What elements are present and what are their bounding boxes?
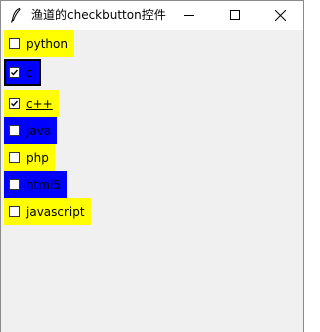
checkbutton-html5[interactable]: html5 <box>4 171 67 198</box>
maximize-button[interactable] <box>212 1 258 30</box>
checkbox-unchecked-icon[interactable] <box>9 152 20 163</box>
checkbutton-label: html5 <box>26 177 61 192</box>
checkbox-unchecked-icon[interactable] <box>9 206 20 217</box>
checkbutton-javascript[interactable]: javascript <box>4 198 91 225</box>
close-button[interactable] <box>257 1 303 30</box>
checkbutton-java[interactable]: java <box>4 117 58 144</box>
feather-icon <box>7 6 25 24</box>
checkbox-unchecked-icon[interactable] <box>9 179 20 190</box>
checkbutton-label: python <box>26 36 68 51</box>
maximize-icon <box>230 10 240 20</box>
close-icon <box>275 10 286 21</box>
checkbox-checked-icon[interactable] <box>9 98 20 109</box>
checkbox-checked-icon[interactable] <box>9 67 20 78</box>
client-area: python c c++ java php html5 javascript <box>1 30 303 332</box>
checkbutton-label: c <box>26 65 33 80</box>
checkbox-unchecked-icon[interactable] <box>9 38 20 49</box>
checkbutton-label: javascript <box>26 204 85 219</box>
checkbutton-c[interactable]: c <box>4 59 41 86</box>
checkbox-unchecked-icon[interactable] <box>9 125 20 136</box>
checkbutton-python[interactable]: python <box>4 30 74 57</box>
title-bar[interactable]: 渔道的checkbutton控件 <box>1 1 303 30</box>
app-window: 渔道的checkbutton控件 python c c++ java php h… <box>0 0 304 332</box>
checkbutton-label: php <box>26 150 49 165</box>
checkbutton-cpp[interactable]: c++ <box>4 90 59 117</box>
checkbutton-label: c++ <box>26 96 53 111</box>
checkbutton-php[interactable]: php <box>4 144 55 171</box>
checkbutton-label: java <box>26 123 52 138</box>
window-title: 渔道的checkbutton控件 <box>31 8 166 22</box>
minimize-button[interactable] <box>166 1 212 30</box>
minimize-icon <box>184 15 194 16</box>
